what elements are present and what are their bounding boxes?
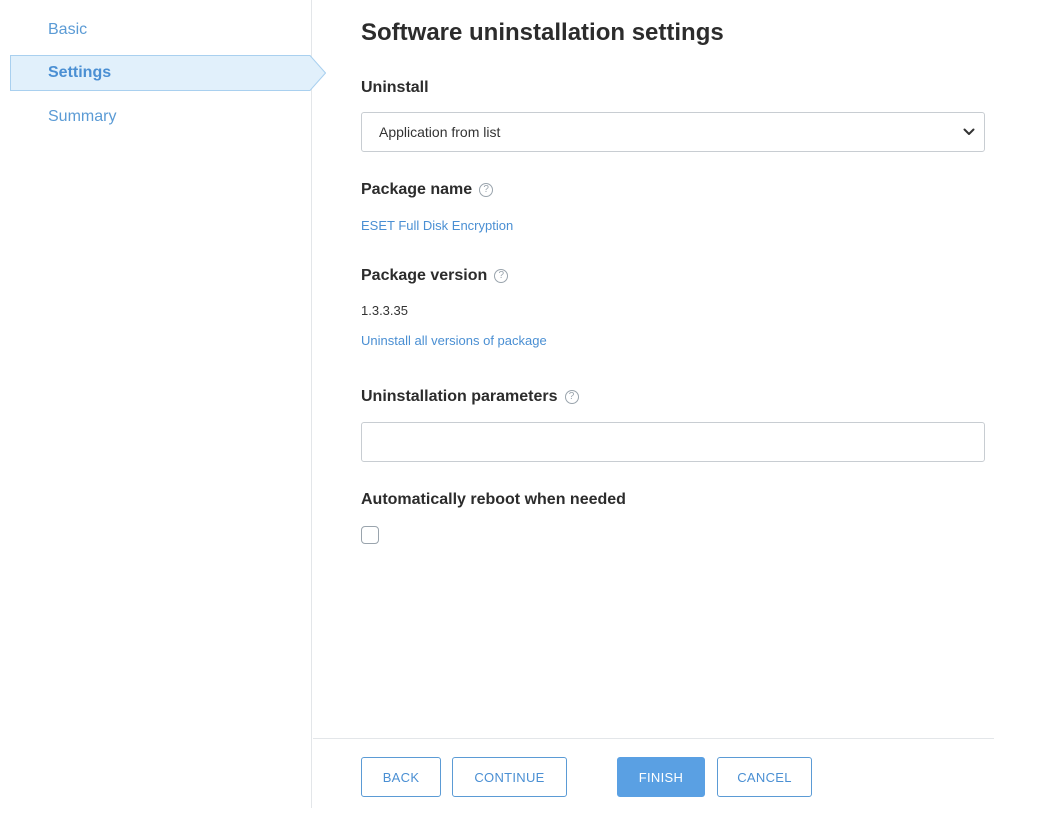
package-version-value: 1.3.3.35 xyxy=(361,303,408,318)
footer-divider xyxy=(313,738,994,739)
package-version-label: Package version ? xyxy=(361,267,509,285)
finish-button[interactable]: FINISH xyxy=(617,757,705,797)
continue-button[interactable]: CONTINUE xyxy=(452,757,567,797)
wizard-sidebar: Basic Settings Summary xyxy=(0,0,326,808)
auto-reboot-label-text: Automatically reboot when needed xyxy=(361,491,626,508)
uninstall-all-versions-link[interactable]: Uninstall all versions of package xyxy=(361,333,547,348)
package-name-label-text: Package name xyxy=(361,181,473,198)
help-icon[interactable]: ? xyxy=(479,183,494,197)
uninstall-label: Uninstall xyxy=(361,79,429,97)
sidebar-item-label: Settings xyxy=(48,64,112,81)
uninstall-params-input[interactable] xyxy=(361,422,985,462)
uninstall-select[interactable]: Application from list xyxy=(361,112,985,152)
chevron-down-icon xyxy=(963,128,975,135)
package-name-link[interactable]: ESET Full Disk Encryption xyxy=(361,218,513,233)
sidebar-item-settings[interactable]: Settings xyxy=(10,55,326,91)
auto-reboot-checkbox[interactable] xyxy=(361,526,379,544)
sidebar-item-summary[interactable]: Summary xyxy=(48,106,116,128)
uninstall-select-value: Application from list xyxy=(379,124,501,140)
package-version-label-text: Package version xyxy=(361,267,488,284)
page-title: Software uninstallation settings xyxy=(361,19,724,46)
uninstall-label-text: Uninstall xyxy=(361,79,429,96)
back-button[interactable]: BACK xyxy=(361,757,441,797)
auto-reboot-label: Automatically reboot when needed xyxy=(361,491,626,509)
sidebar-item-basic[interactable]: Basic xyxy=(48,19,87,41)
wizard-page: Basic Settings Summary Software uninstal… xyxy=(0,0,1043,823)
uninstall-params-label: Uninstallation parameters ? xyxy=(361,388,579,406)
uninstall-params-label-text: Uninstallation parameters xyxy=(361,388,558,405)
help-icon[interactable]: ? xyxy=(564,390,579,404)
help-icon[interactable]: ? xyxy=(494,269,509,283)
cancel-button[interactable]: CANCEL xyxy=(717,757,812,797)
package-name-label: Package name ? xyxy=(361,181,494,199)
